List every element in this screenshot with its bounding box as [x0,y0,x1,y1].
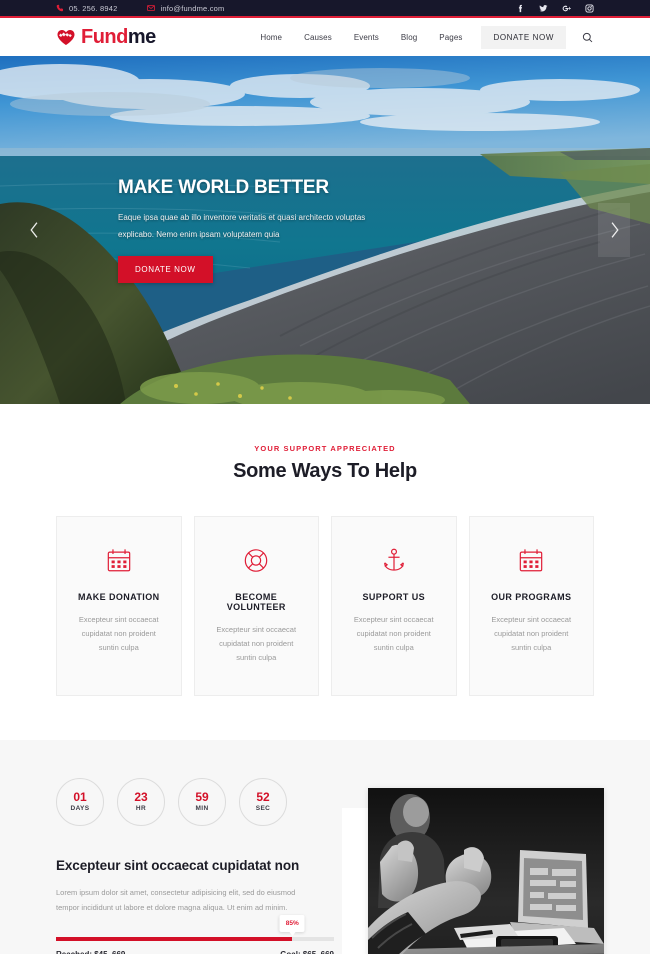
ways-to-help-section: YOUR SUPPORT APPRECIATED Some Ways To He… [0,404,650,740]
facebook-icon[interactable] [516,4,525,13]
countdown-seconds: 52 SEC [239,777,287,826]
hero-content: MAKE WORLD BETTER Eaque ipsa quae ab ill… [0,56,650,404]
amount-reached: Reached: $45, 669 [56,950,125,954]
countdown-unit: DAYS [70,805,90,813]
header-donate-button[interactable]: DONATE NOW [481,25,566,49]
heart-hands-icon [56,28,76,46]
card-description: Excepteur sint occaecat cupidatat non pr… [491,615,572,652]
logo-text-secondary: me [127,26,156,48]
progress-track [56,936,334,941]
hero-title: MAKE WORLD BETTER [118,177,329,199]
cause-media [342,778,604,954]
phone-contact[interactable]: 05. 256. 8942 [56,4,117,13]
chevron-left-icon[interactable] [20,210,48,250]
card-title: SUPPORT US [362,592,425,602]
card-make-donation[interactable]: MAKE DONATION Excepteur sint occaecat cu… [56,516,182,696]
cause-photo [368,787,604,954]
logo-wordmark: Fundme [81,27,156,47]
instagram-icon[interactable] [585,3,594,13]
countdown-value: 59 [195,790,209,805]
card-description: Excepteur sint occaecat cupidatat non pr… [216,625,297,662]
cause-description: Lorem ipsum dolor sit amet, consectetur … [56,887,296,912]
hero-donate-button[interactable]: DONATE NOW [118,255,213,283]
search-icon[interactable] [580,30,594,44]
countdown-value: 52 [256,790,270,805]
card-title: MAKE DONATION [77,592,160,602]
cause-details: 01 DAYS 23 HR 59 MIN 52 SEC Excepteur si… [56,777,334,954]
nav-item-events[interactable]: Events [343,33,390,42]
featured-cause-section: 01 DAYS 23 HR 59 MIN 52 SEC Excepteur si… [0,739,650,954]
countdown-timer: 01 DAYS 23 HR 59 MIN 52 SEC [56,777,334,826]
hero-description: Eaque ipsa quae ab illo inventore verita… [118,213,366,239]
anchor-icon [381,544,407,576]
email-address: info@fundme.com [160,3,225,13]
card-title: OUR PROGRAMS [491,592,572,602]
phone-icon [56,4,64,12]
lifebuoy-icon [243,544,269,576]
donation-progress: 85% [56,914,334,941]
card-title: BECOME VOLUNTEER [226,592,286,612]
countdown-value: 01 [73,790,87,805]
progress-fill [56,936,293,941]
card-support-us[interactable]: SUPPORT US Excepteur sint occaecat cupid… [331,516,457,696]
countdown-days: 01 DAYS [56,777,104,826]
envelope-icon [147,4,156,12]
section-subtitle: YOUR SUPPORT APPRECIATED [254,444,396,453]
countdown-value: 23 [134,790,148,805]
hero-slider: MAKE WORLD BETTER Eaque ipsa quae ab ill… [0,56,650,404]
twitter-icon[interactable] [539,4,548,13]
card-our-programs[interactable]: OUR PROGRAMS Excepteur sint occaecat cup… [468,516,594,696]
nav-item-causes[interactable]: Causes [293,33,343,42]
section-title: Some Ways To Help [233,460,417,482]
top-bar-contact: 05. 256. 8942 info@fundme.com [56,4,224,13]
countdown-hours: 23 HR [117,777,165,826]
main-navigation: Home Causes Events Blog Pages DONATE NOW [249,25,594,49]
countdown-unit: MIN [195,805,209,813]
email-contact[interactable]: info@fundme.com [147,4,224,13]
calendar-icon [106,544,132,576]
countdown-unit: HR [135,805,147,813]
countdown-unit: SEC [255,805,271,813]
amount-goal: Goal: $65, 669 [280,950,334,954]
card-description: Excepteur sint occaecat cupidatat non pr… [78,615,159,652]
help-cards: MAKE DONATION Excepteur sint occaecat cu… [0,516,650,696]
cause-title: Excepteur sint occaecat cupidatat non [56,857,300,873]
site-header: Fundme Home Causes Events Blog Pages DON… [0,18,650,56]
progress-percent-badge: 85% [279,914,305,936]
social-links [516,3,594,13]
phone-number: 05. 256. 8942 [69,3,118,13]
google-plus-icon[interactable] [562,4,571,13]
top-bar: 05. 256. 8942 info@fundme.com [0,0,650,18]
nav-item-pages[interactable]: Pages [428,33,473,42]
logo-text-primary: Fund [81,26,128,48]
nav-item-blog[interactable]: Blog [390,33,428,42]
card-description: Excepteur sint occaecat cupidatat non pr… [353,615,434,652]
countdown-minutes: 59 MIN [178,777,226,826]
donation-amounts: Reached: $45, 669 Goal: $65, 669 [56,950,334,954]
nav-item-home[interactable]: Home [249,33,293,42]
chevron-right-icon[interactable] [598,203,630,257]
calendar-icon [518,544,544,576]
card-become-volunteer[interactable]: BECOME VOLUNTEER Excepteur sint occaecat… [193,516,319,696]
site-logo[interactable]: Fundme [56,27,156,47]
